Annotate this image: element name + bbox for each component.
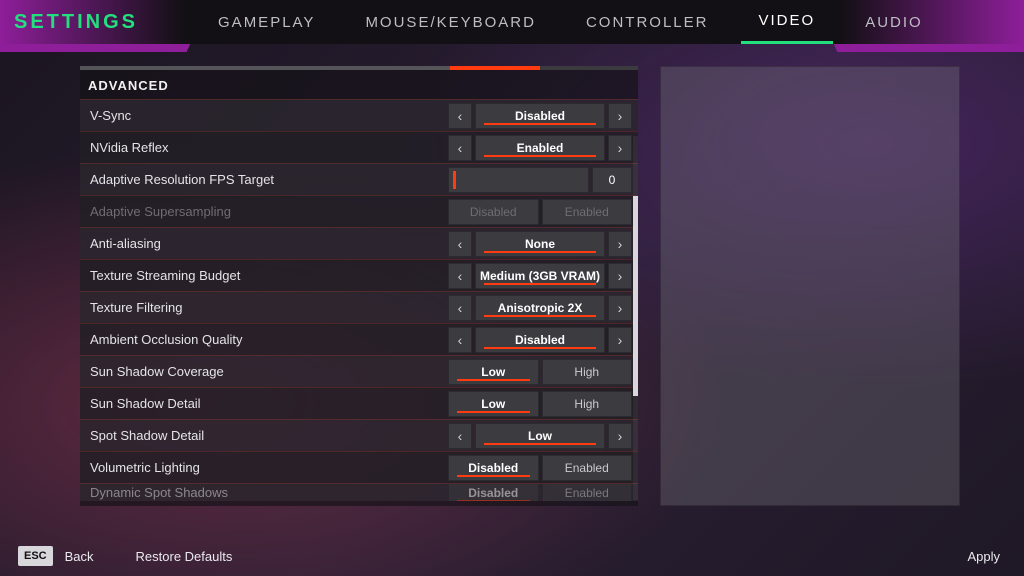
label-aa: Anti-aliasing: [90, 236, 448, 251]
scrollbar[interactable]: [633, 136, 638, 500]
adaptive-ss-disabled: Disabled: [448, 199, 539, 225]
spot-shadow-prev[interactable]: ‹: [448, 423, 472, 449]
row-adaptive-ss: Adaptive Supersampling Disabled Enabled: [80, 195, 638, 227]
tex-budget-prev[interactable]: ‹: [448, 263, 472, 289]
row-tex-budget: Texture Streaming Budget ‹ Medium (3GB V…: [80, 259, 638, 291]
row-tex-filter: Texture Filtering ‹ Anisotropic 2X ›: [80, 291, 638, 323]
tex-filter-value[interactable]: Anisotropic 2X: [475, 295, 605, 321]
settings-panel: ADVANCED V-Sync ‹ Disabled › NVidia Refl…: [80, 66, 638, 506]
tab-controller[interactable]: CONTROLLER: [568, 0, 727, 44]
label-reflex: NVidia Reflex: [90, 140, 448, 155]
tex-budget-next[interactable]: ›: [608, 263, 632, 289]
label-dyn-spot: Dynamic Spot Shadows: [90, 485, 448, 500]
footer: ESC Back Restore Defaults Apply: [0, 536, 1024, 576]
row-reflex: NVidia Reflex ‹ Enabled ›: [80, 131, 638, 163]
top-bar: SETTINGS GAMEPLAY MOUSE/KEYBOARD CONTROL…: [0, 0, 1024, 44]
tex-filter-prev[interactable]: ‹: [448, 295, 472, 321]
preview-panel: [660, 66, 960, 506]
tex-budget-value[interactable]: Medium (3GB VRAM): [475, 263, 605, 289]
row-spot-shadow: Spot Shadow Detail ‹ Low ›: [80, 419, 638, 451]
vsync-value[interactable]: Disabled: [475, 103, 605, 129]
dyn-spot-disabled[interactable]: Disabled: [448, 483, 539, 501]
sun-coverage-low[interactable]: Low: [448, 359, 539, 385]
adaptive-fps-slider[interactable]: [448, 167, 589, 193]
ao-value[interactable]: Disabled: [475, 327, 605, 353]
tab-video[interactable]: VIDEO: [741, 0, 834, 44]
row-ao: Ambient Occlusion Quality ‹ Disabled ›: [80, 323, 638, 355]
label-adaptive-ss: Adaptive Supersampling: [90, 204, 448, 219]
row-vol-light: Volumetric Lighting Disabled Enabled: [80, 451, 638, 483]
spot-shadow-next[interactable]: ›: [608, 423, 632, 449]
row-aa: Anti-aliasing ‹ None ›: [80, 227, 638, 259]
esc-key-icon: ESC: [18, 546, 53, 566]
settings-rows: V-Sync ‹ Disabled › NVidia Reflex ‹ Enab…: [80, 99, 638, 501]
label-sun-coverage: Sun Shadow Coverage: [90, 364, 448, 379]
sun-detail-low[interactable]: Low: [448, 391, 539, 417]
label-spot-shadow: Spot Shadow Detail: [90, 428, 448, 443]
adaptive-fps-value: 0: [592, 167, 632, 193]
reflex-value[interactable]: Enabled: [475, 135, 605, 161]
row-adaptive-fps: Adaptive Resolution FPS Target 0: [80, 163, 638, 195]
scrollbar-thumb[interactable]: [633, 196, 638, 396]
reflex-prev[interactable]: ‹: [448, 135, 472, 161]
vsync-prev[interactable]: ‹: [448, 103, 472, 129]
label-adaptive-fps: Adaptive Resolution FPS Target: [90, 172, 448, 187]
reflex-next[interactable]: ›: [608, 135, 632, 161]
panel-accent: [450, 66, 540, 70]
vol-light-disabled[interactable]: Disabled: [448, 455, 539, 481]
panel-progress-bar: [80, 66, 638, 70]
label-sun-detail: Sun Shadow Detail: [90, 396, 448, 411]
ao-next[interactable]: ›: [608, 327, 632, 353]
tab-mouse-keyboard[interactable]: MOUSE/KEYBOARD: [347, 0, 554, 44]
spot-shadow-value-text: Low: [528, 429, 552, 443]
label-tex-filter: Texture Filtering: [90, 300, 448, 315]
row-sun-coverage: Sun Shadow Coverage Low High: [80, 355, 638, 387]
sun-coverage-high[interactable]: High: [542, 359, 633, 385]
top-bar-inner: SETTINGS GAMEPLAY MOUSE/KEYBOARD CONTROL…: [0, 0, 1024, 44]
row-dyn-spot: Dynamic Spot Shadows Disabled Enabled: [80, 483, 638, 501]
restore-defaults-button[interactable]: Restore Defaults: [130, 545, 239, 568]
row-sun-detail: Sun Shadow Detail Low High: [80, 387, 638, 419]
vol-light-enabled[interactable]: Enabled: [542, 455, 633, 481]
ao-value-text: Disabled: [515, 333, 565, 347]
section-header-advanced: ADVANCED: [80, 72, 638, 99]
label-vsync: V-Sync: [90, 108, 448, 123]
row-vsync: V-Sync ‹ Disabled ›: [80, 99, 638, 131]
vsync-value-text: Disabled: [515, 109, 565, 123]
adaptive-ss-enabled: Enabled: [542, 199, 633, 225]
aa-prev[interactable]: ‹: [448, 231, 472, 257]
back-button[interactable]: Back: [59, 545, 100, 568]
label-tex-budget: Texture Streaming Budget: [90, 268, 448, 283]
tex-filter-value-text: Anisotropic 2X: [498, 301, 583, 315]
slider-knob-icon: [453, 171, 456, 189]
reflex-value-text: Enabled: [517, 141, 564, 155]
aa-next[interactable]: ›: [608, 231, 632, 257]
dyn-spot-enabled[interactable]: Enabled: [542, 483, 633, 501]
tex-budget-value-text: Medium (3GB VRAM): [480, 269, 600, 283]
label-vol-light: Volumetric Lighting: [90, 460, 448, 475]
tab-audio[interactable]: AUDIO: [847, 0, 941, 44]
sun-detail-high[interactable]: High: [542, 391, 633, 417]
label-ao: Ambient Occlusion Quality: [90, 332, 448, 347]
tab-gameplay[interactable]: GAMEPLAY: [200, 0, 333, 44]
main-area: ADVANCED V-Sync ‹ Disabled › NVidia Refl…: [0, 44, 1024, 536]
vsync-next[interactable]: ›: [608, 103, 632, 129]
apply-button[interactable]: Apply: [961, 545, 1006, 568]
tex-filter-next[interactable]: ›: [608, 295, 632, 321]
aa-value-text: None: [525, 237, 555, 251]
spot-shadow-value[interactable]: Low: [475, 423, 605, 449]
aa-value[interactable]: None: [475, 231, 605, 257]
tabs: GAMEPLAY MOUSE/KEYBOARD CONTROLLER VIDEO…: [200, 0, 941, 44]
ao-prev[interactable]: ‹: [448, 327, 472, 353]
page-title: SETTINGS: [0, 0, 160, 44]
